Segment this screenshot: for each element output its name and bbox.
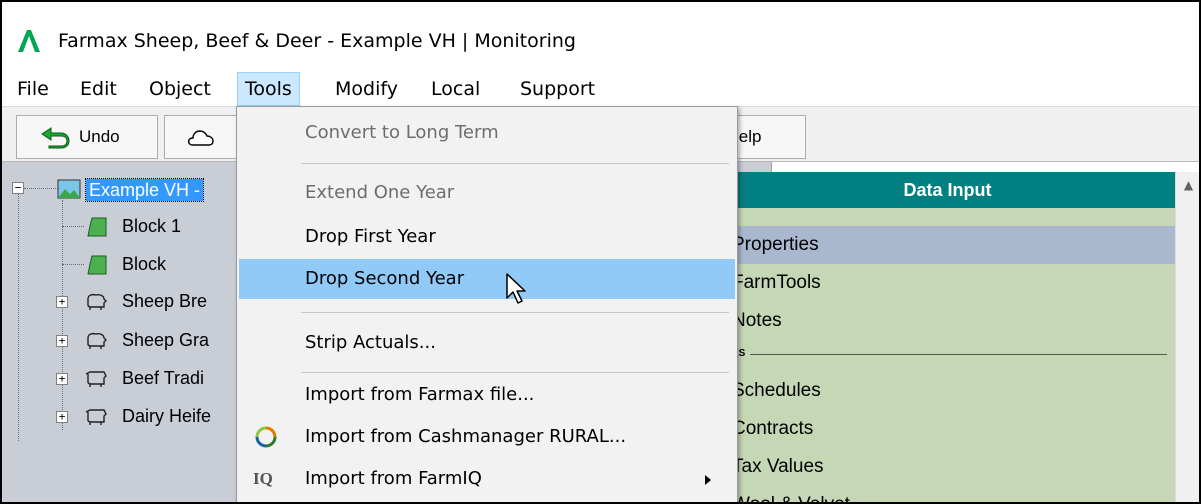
tools-dropdown-menu: Convert to Long Term Extend One Year Dro… [236, 106, 738, 502]
menu-item-convert-long-term[interactable]: Convert to Long Term [239, 113, 735, 153]
menu-support[interactable]: Support [513, 72, 602, 106]
menu-item-drop-second-year[interactable]: Drop Second Year [239, 259, 735, 299]
block-icon [87, 255, 107, 275]
menu-bar: File Edit Object Tools Modify Local Supp… [2, 72, 1199, 106]
submenu-arrow-icon [705, 475, 711, 485]
tree-item-beef-trading[interactable]: Beef Tradi [122, 368, 204, 389]
menu-local[interactable]: Local [424, 72, 487, 106]
farmax-logo-icon [18, 30, 40, 52]
tree-item-sheep-breeding[interactable]: Sheep Bre [122, 291, 207, 312]
tree-item-block[interactable]: Block [122, 254, 166, 275]
data-row-schedules[interactable]: Schedules [720, 372, 1175, 410]
data-row-tax-values[interactable]: Tax Values [720, 448, 1175, 486]
sheep-icon [87, 332, 107, 349]
menu-item-import-farmiq[interactable]: IQ Import from FarmIQ [239, 459, 735, 499]
tree-root[interactable]: Example VH - [84, 178, 205, 202]
title-bar: Farmax Sheep, Beef & Deer - Example VH |… [2, 2, 1199, 72]
undo-label: Undo [79, 127, 120, 146]
scroll-up-arrow-icon[interactable]: ▲ [1176, 172, 1199, 198]
menu-file[interactable]: File [10, 72, 56, 106]
menu-item-import-cashmanager[interactable]: Import from Cashmanager RURAL... [239, 417, 735, 457]
farmiq-icon: IQ [253, 469, 273, 488]
tree-item-dairy-heifers[interactable]: Dairy Heife [122, 406, 211, 427]
menu-tools[interactable]: Tools [237, 72, 300, 106]
tree-item-block-1[interactable]: Block 1 [122, 216, 181, 237]
data-input-panel: Data Input Properties FarmTools Notes ES… [720, 172, 1175, 502]
tree-item-sheep-grazing[interactable]: Sheep Gra [122, 330, 209, 351]
menu-item-import-cashmanager-label: Import from Cashmanager RURAL... [305, 426, 627, 447]
tree-expand-toggle[interactable]: + [56, 335, 68, 347]
undo-button[interactable]: Undo [16, 115, 158, 159]
mouse-cursor-icon [506, 273, 526, 304]
menu-object[interactable]: Object [142, 72, 218, 106]
data-row-wool-velvet[interactable]: Wool & Velvet [720, 486, 1175, 502]
menu-item-drop-first-year[interactable]: Drop First Year [239, 217, 735, 257]
menu-item-import-farmax[interactable]: Import from Farmax file... [239, 375, 735, 415]
cow-icon [85, 371, 107, 387]
data-row-farmtools[interactable]: FarmTools [720, 264, 1175, 302]
tree-root-label: Example VH - [84, 178, 205, 202]
menu-item-extend-one-year[interactable]: Extend One Year [239, 173, 735, 213]
data-row-notes[interactable]: Notes [720, 302, 1175, 340]
menu-modify[interactable]: Modify [328, 72, 405, 106]
cashmanager-icon [255, 426, 277, 448]
app-window: Farmax Sheep, Beef & Deer - Example VH |… [0, 0, 1201, 504]
undo-icon [41, 127, 70, 149]
menu-edit[interactable]: Edit [73, 72, 124, 106]
data-input-header: Data Input [720, 172, 1175, 208]
block-icon [87, 217, 107, 237]
data-row-contracts[interactable]: Contracts [720, 410, 1175, 448]
cow-icon [85, 409, 107, 425]
data-row-properties[interactable]: Properties [720, 226, 1175, 264]
data-section-separator: ES [720, 348, 1175, 362]
farm-landscape-icon [57, 179, 81, 199]
tree-expand-toggle[interactable]: + [56, 373, 68, 385]
sheep-icon [87, 293, 107, 310]
help-label: lelp [735, 127, 762, 146]
window-title: Farmax Sheep, Beef & Deer - Example VH |… [58, 30, 576, 52]
vertical-scrollbar[interactable]: ▲ [1175, 172, 1199, 502]
tree-expand-toggle[interactable]: + [56, 411, 68, 423]
tree-expand-toggle[interactable]: + [56, 296, 68, 308]
cloud-icon [187, 130, 214, 146]
menu-item-strip-actuals[interactable]: Strip Actuals... [239, 323, 735, 363]
menu-item-import-farmiq-label: Import from FarmIQ [305, 468, 482, 489]
tree-collapse-toggle[interactable]: − [12, 182, 24, 194]
